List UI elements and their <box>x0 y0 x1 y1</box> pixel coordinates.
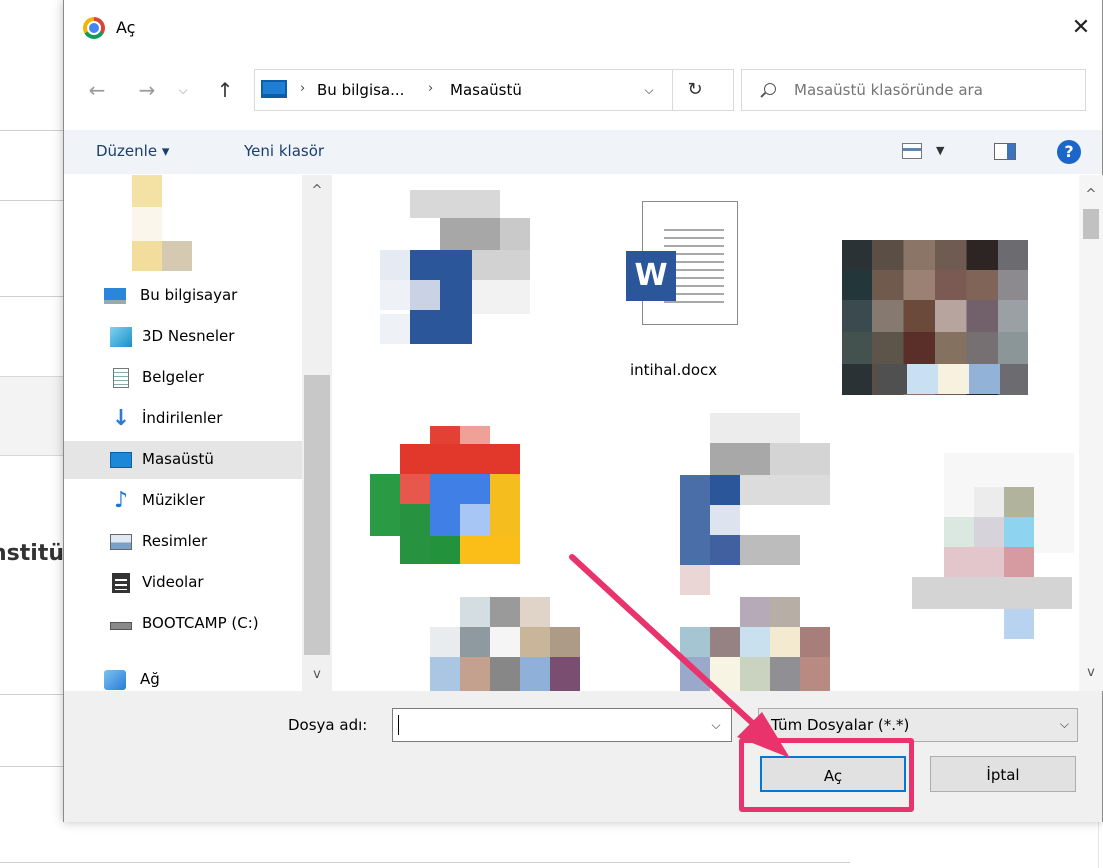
nav-item-pictures[interactable]: Resimler <box>64 523 302 561</box>
file-name-dropdown[interactable]: ⌵ <box>702 709 730 741</box>
recent-locations-button[interactable]: ⌵ <box>174 76 192 104</box>
breadcrumb-desktop[interactable]: Masaüstü <box>450 81 522 99</box>
videos-icon <box>112 573 130 593</box>
highlight-box <box>739 738 914 812</box>
scroll-up-arrow[interactable]: ^ <box>302 183 332 198</box>
nav-item-label: Masaüstü <box>142 450 214 468</box>
network-icon <box>104 670 126 690</box>
refresh-button[interactable]: ↻ <box>672 69 717 111</box>
navigation-pane: Bu bilgisayar 3D Nesneler Belgeler ↓ İnd… <box>64 175 332 691</box>
nav-item-music[interactable]: ♪ Müzikler <box>64 482 302 520</box>
nav-item-network[interactable]: Ağ <box>64 661 302 691</box>
file-name-label: Dosya adı: <box>288 716 368 734</box>
nav-item-label: Videolar <box>142 573 204 591</box>
bg-partial-heading: nstitü <box>0 541 64 566</box>
blurred-folder-icon <box>132 175 162 207</box>
bg-divider <box>0 766 64 767</box>
chevron-down-icon: ⌵ <box>1059 717 1069 731</box>
breadcrumb-separator: › <box>300 81 306 96</box>
chrome-icon <box>83 17 105 39</box>
nav-item-documents[interactable]: Belgeler <box>64 359 302 397</box>
bg-divider <box>0 862 850 863</box>
cancel-button[interactable]: İptal <box>930 756 1076 792</box>
preview-pane-icon[interactable] <box>994 143 1016 160</box>
nav-item-label: Müzikler <box>142 491 205 509</box>
scroll-down-arrow[interactable]: v <box>302 667 332 682</box>
3d-objects-icon <box>110 327 132 347</box>
organize-button[interactable]: Düzenle ▾ <box>96 142 169 160</box>
bg-divider <box>0 130 64 131</box>
view-dropdown[interactable]: ▼ <box>936 144 944 157</box>
bg-divider <box>0 200 64 201</box>
bg-panel <box>0 376 64 456</box>
close-button[interactable]: ✕ <box>1064 12 1098 44</box>
music-icon: ♪ <box>113 488 129 513</box>
new-folder-button[interactable]: Yeni klasör <box>244 142 324 160</box>
breadcrumb-this-pc[interactable]: Bu bilgisa... <box>317 81 404 99</box>
file-type-value: Tüm Dosyalar (*.*) <box>771 716 910 734</box>
blurred-folder-icon <box>132 207 162 241</box>
bg-divider <box>0 694 64 695</box>
file-list-pane: W intihal.docx <box>334 175 1103 691</box>
desktop-icon <box>110 452 132 468</box>
scrollbar-thumb[interactable] <box>304 375 330 655</box>
scroll-down-arrow[interactable]: v <box>1079 665 1103 680</box>
pictures-icon <box>110 534 132 550</box>
search-input[interactable] <box>792 80 1072 100</box>
file-name-label: intihal.docx <box>630 361 718 379</box>
downloads-icon: ↓ <box>111 406 131 431</box>
scrollbar-thumb[interactable] <box>1083 209 1099 239</box>
computer-icon <box>104 288 126 304</box>
bg-divider <box>0 296 64 297</box>
forward-button[interactable]: → <box>134 76 160 104</box>
nav-item-label: Bu bilgisayar <box>140 286 238 304</box>
nav-item-label: İndirilenler <box>142 409 223 427</box>
toolbar: Düzenle ▾ Yeni klasör ▼ ? <box>64 130 1102 174</box>
text-caret <box>398 715 399 735</box>
titlebar: Aç ✕ <box>64 0 1102 56</box>
up-button[interactable]: ↑ <box>212 76 238 104</box>
nav-item-label: 3D Nesneler <box>142 327 235 345</box>
blurred-folder-icon <box>132 241 162 271</box>
nav-pane-scrollbar[interactable]: ^ v <box>302 175 332 691</box>
blurred-folder-icon <box>162 241 192 271</box>
file-pane-scrollbar[interactable]: ^ v <box>1079 175 1103 691</box>
nav-item-videos[interactable]: Videolar <box>64 564 302 602</box>
nav-item-label: Belgeler <box>142 368 204 386</box>
nav-item-3d-objects[interactable]: 3D Nesneler <box>64 318 302 356</box>
computer-icon <box>261 80 287 98</box>
word-icon: W <box>626 251 676 301</box>
file-name-input[interactable] <box>392 708 732 742</box>
nav-item-label: Resimler <box>142 532 208 550</box>
help-icon[interactable]: ? <box>1057 140 1081 164</box>
search-box[interactable] <box>741 69 1086 111</box>
drive-icon <box>110 622 132 630</box>
back-button[interactable]: ← <box>84 76 110 104</box>
file-type-select[interactable]: Tüm Dosyalar (*.*) ⌵ <box>758 708 1078 742</box>
breadcrumb-separator: › <box>428 81 434 96</box>
nav-item-downloads[interactable]: ↓ İndirilenler <box>64 400 302 438</box>
nav-item-desktop[interactable]: Masaüstü <box>64 441 302 479</box>
search-icon <box>764 83 776 95</box>
view-options-icon[interactable] <box>902 143 922 159</box>
nav-item-label: BOOTCAMP (C:) <box>142 614 259 632</box>
nav-item-label: Ağ <box>140 670 160 688</box>
scroll-up-arrow[interactable]: ^ <box>1079 187 1103 202</box>
dialog-footer: Dosya adı: ⌵ Tüm Dosyalar (*.*) ⌵ Aç İpt… <box>64 691 1102 822</box>
nav-item-bootcamp-drive[interactable]: BOOTCAMP (C:) <box>64 605 302 643</box>
open-file-dialog: Aç ✕ ← → ⌵ ↑ › Bu bilgisa... › Masaüstü … <box>63 0 1103 822</box>
dialog-title: Aç <box>116 18 136 37</box>
nav-item-this-pc[interactable]: Bu bilgisayar <box>64 277 302 315</box>
address-dropdown[interactable]: ⌵ <box>629 69 669 111</box>
documents-icon <box>113 368 129 388</box>
